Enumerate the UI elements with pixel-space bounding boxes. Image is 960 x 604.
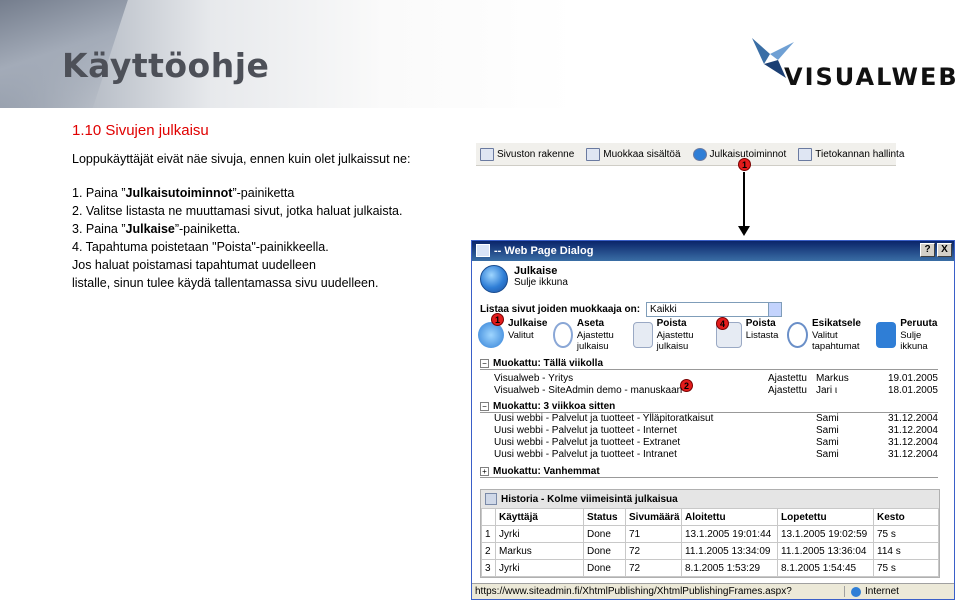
intro-text: Loppukäyttäjät eivät näe sivuja, ennen k… xyxy=(72,152,411,166)
section-heading: 1.10 Sivujen julkaisu xyxy=(72,122,209,139)
arrow-line xyxy=(743,172,745,228)
remove-scheduled-button[interactable]: Poista Ajastettu julkaisu xyxy=(632,318,710,358)
history-panel: Historia - Kolme viimeisintä julkaisua K… xyxy=(480,489,940,578)
list-item[interactable]: Visualweb - SiteAdmin demo - manuskaan Aj… xyxy=(480,385,938,397)
publish-globe-icon xyxy=(478,322,504,348)
publish-header: Julkaise Sulje ikkuna xyxy=(480,265,568,293)
table-row: 3 Jyrki Done 72 8.1.2005 1:53:29 8.1.2005 1:5… xyxy=(481,559,939,577)
help-button[interactable]: ? xyxy=(920,243,935,257)
group-older: + Muokattu: Vanhemmat xyxy=(480,465,938,478)
group-header[interactable]: − Muokattu: Tällä viikolla xyxy=(480,357,938,370)
action-bar: Julkaise Valitut Aseta Ajastettu julkaisu … xyxy=(478,318,946,358)
history-header: Historia - Kolme viimeisintä julkaisua xyxy=(481,490,939,508)
step-3: 3. Paina ”Julkaise”-painiketta. xyxy=(72,222,241,236)
edit-icon xyxy=(586,147,601,161)
step-4: 4. Tapahtuma poistetaan "Poista"-painikk… xyxy=(72,240,329,254)
web-page-dialog: -- Web Page Dialog ? X Julkaise Sulje ik… xyxy=(471,240,955,600)
group-header[interactable]: − Muokattu: 3 viikkoa sitten xyxy=(480,400,938,413)
logo-text: VISUALWEB xyxy=(784,63,959,91)
page-title: Käyttöohje xyxy=(62,46,270,85)
collapse-toggle[interactable]: − xyxy=(480,358,489,368)
dialog-titlebar: -- Web Page Dialog ? X xyxy=(472,241,954,261)
list-item[interactable]: Uusi webbi - Palvelut ja tuotteet - Yllä… xyxy=(480,413,938,425)
table-row: 2 Markus Done 72 11.1.2005 13:34:09 11.1.2005… xyxy=(481,542,939,560)
delete-scheduled-icon xyxy=(632,322,653,348)
filter-label: Listaa sivut joiden muokkaaja on: xyxy=(480,304,641,315)
toolbar-site-structure-button[interactable]: Sivuston rakenne xyxy=(476,144,578,164)
group-header[interactable]: + Muokattu: Vanhemmat xyxy=(480,465,938,478)
table-row: 1 Jyrki Done 71 13.1.2005 19:01:44 13.1.2005 … xyxy=(481,525,939,543)
preview-button[interactable]: Esikatsele Valitut tapahtumat xyxy=(787,318,870,358)
set-scheduled-button[interactable]: Aseta Ajastettu julkaisu xyxy=(553,318,626,358)
sitemap-icon xyxy=(480,147,494,161)
note-line-2: listalle, sinun tulee käydä tallentamass… xyxy=(72,276,379,290)
history-icon xyxy=(485,493,497,505)
status-url: https://www.siteadmin.fi/XhtmlPublishing… xyxy=(475,586,792,597)
publish-selected-button[interactable]: Julkaise Valitut xyxy=(478,318,547,358)
globe-icon xyxy=(480,265,508,293)
cms-toolbar: Sivuston rakenne Muokkaa sisältöä Julkai… xyxy=(476,142,904,166)
close-button[interactable]: X xyxy=(937,243,952,257)
close-window-link[interactable]: Sulje ikkuna xyxy=(514,277,568,288)
status-bar: https://www.siteadmin.fi/XhtmlPublishing… xyxy=(472,583,954,599)
steps-list: 1. Paina ”Julkaisutoiminnot”-painiketta … xyxy=(72,184,472,292)
note-line-1: Jos haluat poistamasi tapahtumat uudelle… xyxy=(72,258,316,272)
step-1: 1. Paina ”Julkaisutoiminnot”-painiketta xyxy=(72,186,295,200)
group-this-week: − Muokattu: Tällä viikolla Visualweb - Yr… xyxy=(480,357,938,397)
list-item[interactable]: Uusi webbi - Palvelut ja tuotteet - Inte… xyxy=(480,425,938,437)
document-body: 1.10 Sivujen julkaisu Loppukäyttäjät eiv… xyxy=(72,122,472,292)
publish-title: Julkaise xyxy=(514,265,558,277)
toolbar-database-button[interactable]: Tietokannan hallinta xyxy=(794,144,908,164)
expand-toggle[interactable]: + xyxy=(480,466,489,476)
security-zone: Internet xyxy=(844,586,954,597)
internet-zone-icon xyxy=(851,586,861,597)
ie-icon xyxy=(476,244,490,257)
marker-1-dialog: 1 xyxy=(491,313,504,326)
table-header-row: Käyttäjä Status Sivumäärä Aloitettu Lope… xyxy=(481,508,939,526)
list-item[interactable]: Uusi webbi - Palvelut ja tuotteet - Extr… xyxy=(480,437,938,449)
header-banner: Käyttöohje VISUALWEB xyxy=(0,0,960,108)
database-icon xyxy=(798,147,813,161)
clock-icon xyxy=(553,322,573,348)
cancel-icon xyxy=(876,322,897,348)
filter-row: Listaa sivut joiden muokkaaja on: Kaikki xyxy=(480,302,783,317)
marker-1-toolbar: 1 xyxy=(738,158,751,171)
editor-filter-select[interactable]: Kaikki xyxy=(646,302,783,317)
list-item[interactable]: Uusi webbi - Palvelut ja tuotteet - Intr… xyxy=(480,449,938,461)
collapse-toggle[interactable]: − xyxy=(480,401,489,411)
arrow-head xyxy=(738,226,750,236)
chevron-down-icon xyxy=(768,303,782,316)
globe-icon xyxy=(692,147,707,161)
magnifier-icon xyxy=(787,322,808,348)
history-table: Käyttäjä Status Sivumäärä Aloitettu Lope… xyxy=(481,508,939,577)
cancel-button[interactable]: Peruuta Sulje ikkuna xyxy=(876,318,940,358)
toolbar-edit-content-button[interactable]: Muokkaa sisältöä xyxy=(582,144,684,164)
step-2: 2. Valitse listasta ne muuttamasi sivut,… xyxy=(72,204,403,218)
group-3-weeks-ago: − Muokattu: 3 viikkoa sitten Uusi webbi -… xyxy=(480,400,938,461)
list-item[interactable]: Visualweb - Yritys Ajastettu Markus 19.01.2… xyxy=(480,373,938,385)
marker-4: 4 xyxy=(716,317,729,330)
